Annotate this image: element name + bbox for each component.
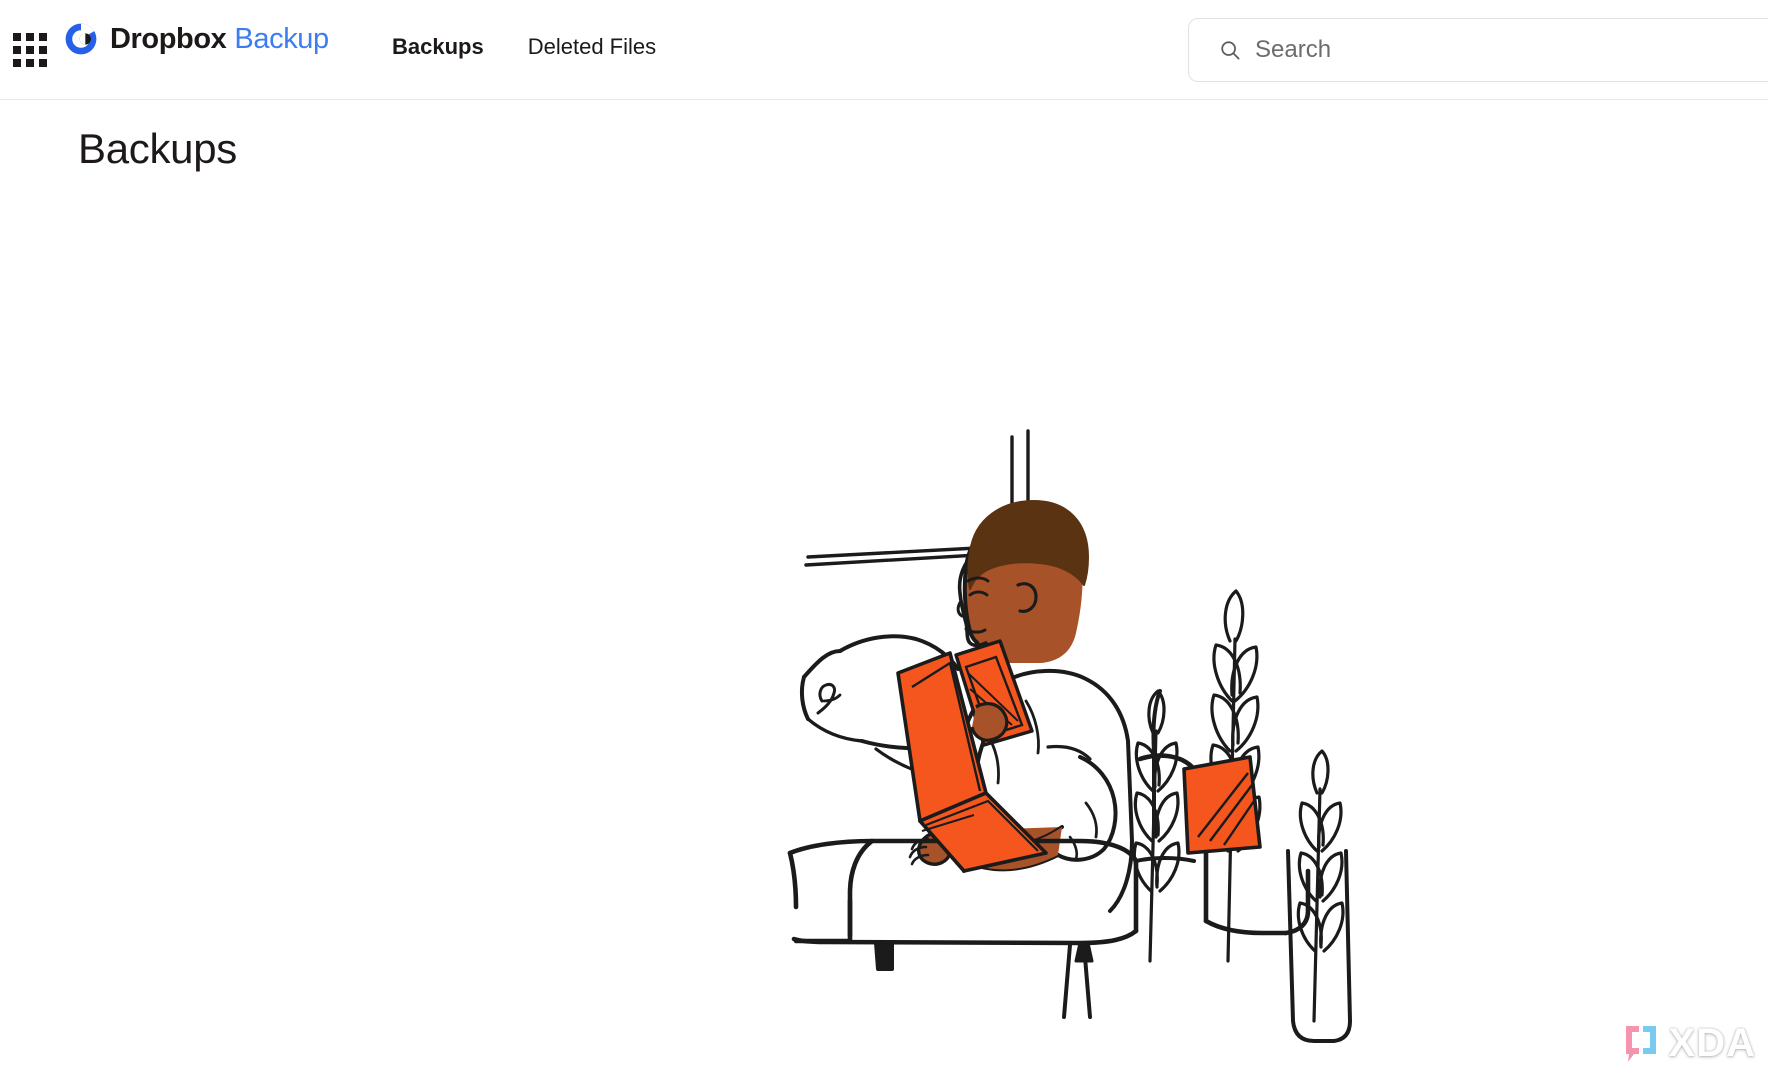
grid-apps-icon[interactable] xyxy=(10,30,50,70)
grid-dot xyxy=(39,33,47,41)
xda-watermark: XDA xyxy=(1622,1022,1756,1064)
xda-bubble-icon xyxy=(1625,1026,1656,1062)
grid-dot xyxy=(13,33,21,41)
xda-watermark-text: XDA xyxy=(1668,1021,1756,1065)
top-header-bar: Dropbox Backup Backups Deleted Files Sear… xyxy=(0,0,1768,100)
brand-logo-link[interactable]: Dropbox Backup xyxy=(64,22,329,56)
search-input[interactable]: Search xyxy=(1188,18,1768,82)
brand-wordmark: Dropbox Backup xyxy=(110,22,329,56)
grid-dot xyxy=(39,59,47,67)
nav-item-backups[interactable]: Backups xyxy=(392,32,484,62)
nav-item-deleted-files[interactable]: Deleted Files xyxy=(528,32,656,62)
grid-dot xyxy=(26,59,34,67)
brand-name: Dropbox xyxy=(110,23,227,55)
person-on-couch-with-laptop-and-phone-illustration xyxy=(780,401,1380,1072)
search-icon xyxy=(1221,41,1240,60)
grid-dot xyxy=(26,33,34,41)
grid-dot xyxy=(13,59,21,67)
brand-product: Backup xyxy=(234,23,329,55)
search-placeholder-text: Search xyxy=(1255,36,1332,63)
grid-dot xyxy=(39,46,47,54)
primary-navigation: Backups Deleted Files xyxy=(392,32,656,62)
dropbox-backup-logo-icon xyxy=(64,22,98,56)
page-title: Backups xyxy=(78,125,237,172)
main-content-area: Backups XDA xyxy=(0,101,1768,1072)
grid-dot xyxy=(26,46,34,54)
grid-dot xyxy=(13,46,21,54)
dropbox-backup-app: Dropbox Backup Backups Deleted Files Sear… xyxy=(0,0,1768,1072)
